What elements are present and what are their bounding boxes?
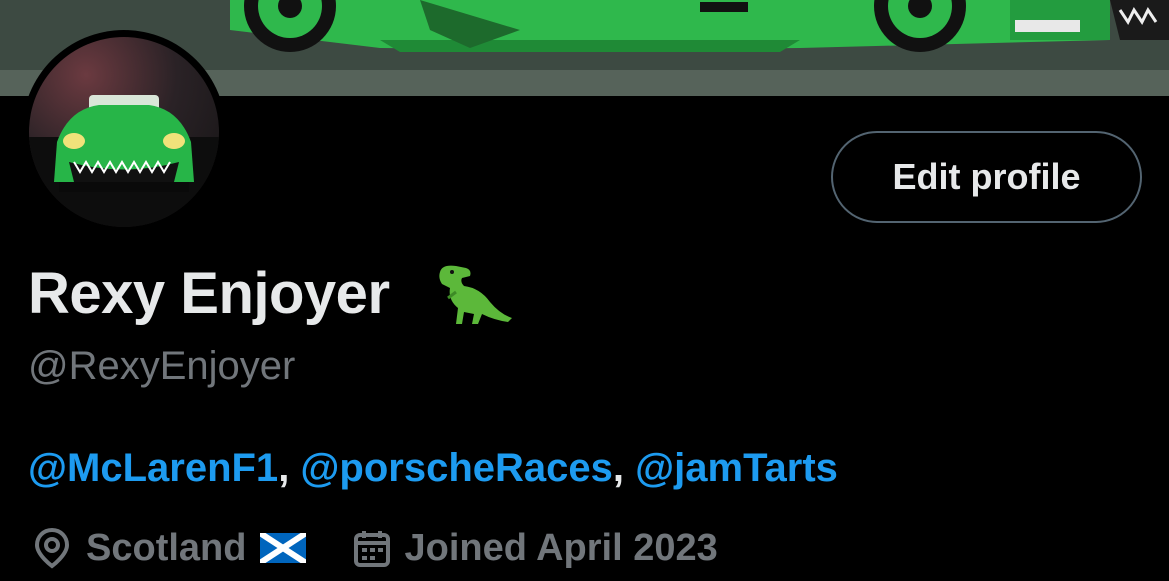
bio-mention-porscheraces[interactable]: @porscheRaces (300, 446, 612, 490)
location-item: Scotland (32, 526, 307, 570)
bio-separator: , (612, 446, 636, 490)
t-rex-icon (439, 265, 512, 324)
scotland-flag (260, 533, 307, 563)
profile-bio: @McLarenF1, @porscheRaces, @jamTarts (28, 446, 838, 491)
location-text: Scotland (86, 526, 247, 569)
bio-separator: , (278, 446, 301, 490)
t-rex-emoji (428, 262, 514, 331)
bio-mention-jamtarts[interactable]: @jamTarts (635, 446, 838, 490)
avatar-car-image (29, 95, 219, 227)
user-handle: @RexyEnjoyer (28, 344, 296, 388)
location-pin-icon (34, 527, 70, 569)
avatar[interactable] (29, 37, 219, 227)
joined-date-text: Joined April 2023 (404, 526, 718, 569)
bio-mention-mclarenf1[interactable]: @McLarenF1 (28, 446, 278, 490)
calendar-icon (354, 531, 391, 567)
profile-meta: Scotland Joined April 2023 (32, 526, 718, 570)
edit-profile-button[interactable]: Edit profile (831, 131, 1142, 223)
display-name: Rexy Enjoyer (28, 261, 390, 326)
joined-item: Joined April 2023 (352, 526, 718, 570)
